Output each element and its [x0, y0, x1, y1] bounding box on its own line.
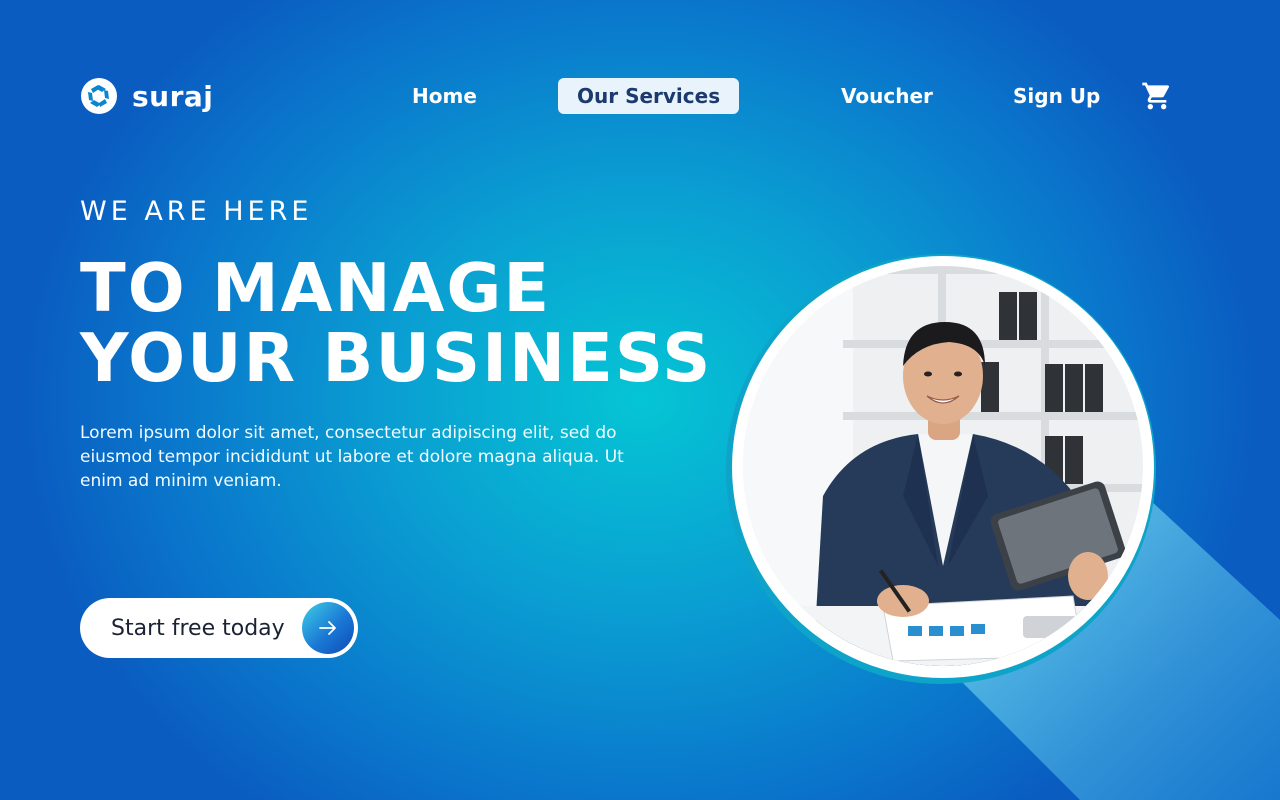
- nav-sign-up-link[interactable]: Sign Up: [1013, 78, 1100, 114]
- headline-line-2: YOUR BUSINESS: [80, 319, 713, 397]
- start-free-button[interactable]: Start free today: [80, 598, 358, 658]
- cta-label: Start free today: [111, 615, 285, 641]
- headline-line-1: TO MANAGE: [80, 249, 552, 327]
- businessman-illustration: [743, 266, 1143, 666]
- arrow-right-icon: [302, 602, 354, 654]
- nav-home-link[interactable]: Home: [412, 78, 477, 114]
- businessman-photo: [743, 266, 1143, 666]
- hero-eyebrow: WE ARE HERE: [80, 196, 313, 227]
- top-navigation: suraj Home Our Services Voucher Sign Up: [0, 0, 1280, 190]
- brand-logo[interactable]: suraj: [80, 77, 213, 115]
- hero-description: Lorem ipsum dolor sit amet, consectetur …: [80, 423, 624, 491]
- brand-name: suraj: [132, 79, 214, 113]
- aperture-icon: [81, 78, 117, 114]
- shopping-cart-icon[interactable]: [1141, 80, 1173, 112]
- nav-voucher-link[interactable]: Voucher: [841, 78, 933, 114]
- hero-headline: TO MANAGE YOUR BUSINESS: [80, 253, 712, 393]
- nav-our-services-link[interactable]: Our Services: [558, 78, 740, 114]
